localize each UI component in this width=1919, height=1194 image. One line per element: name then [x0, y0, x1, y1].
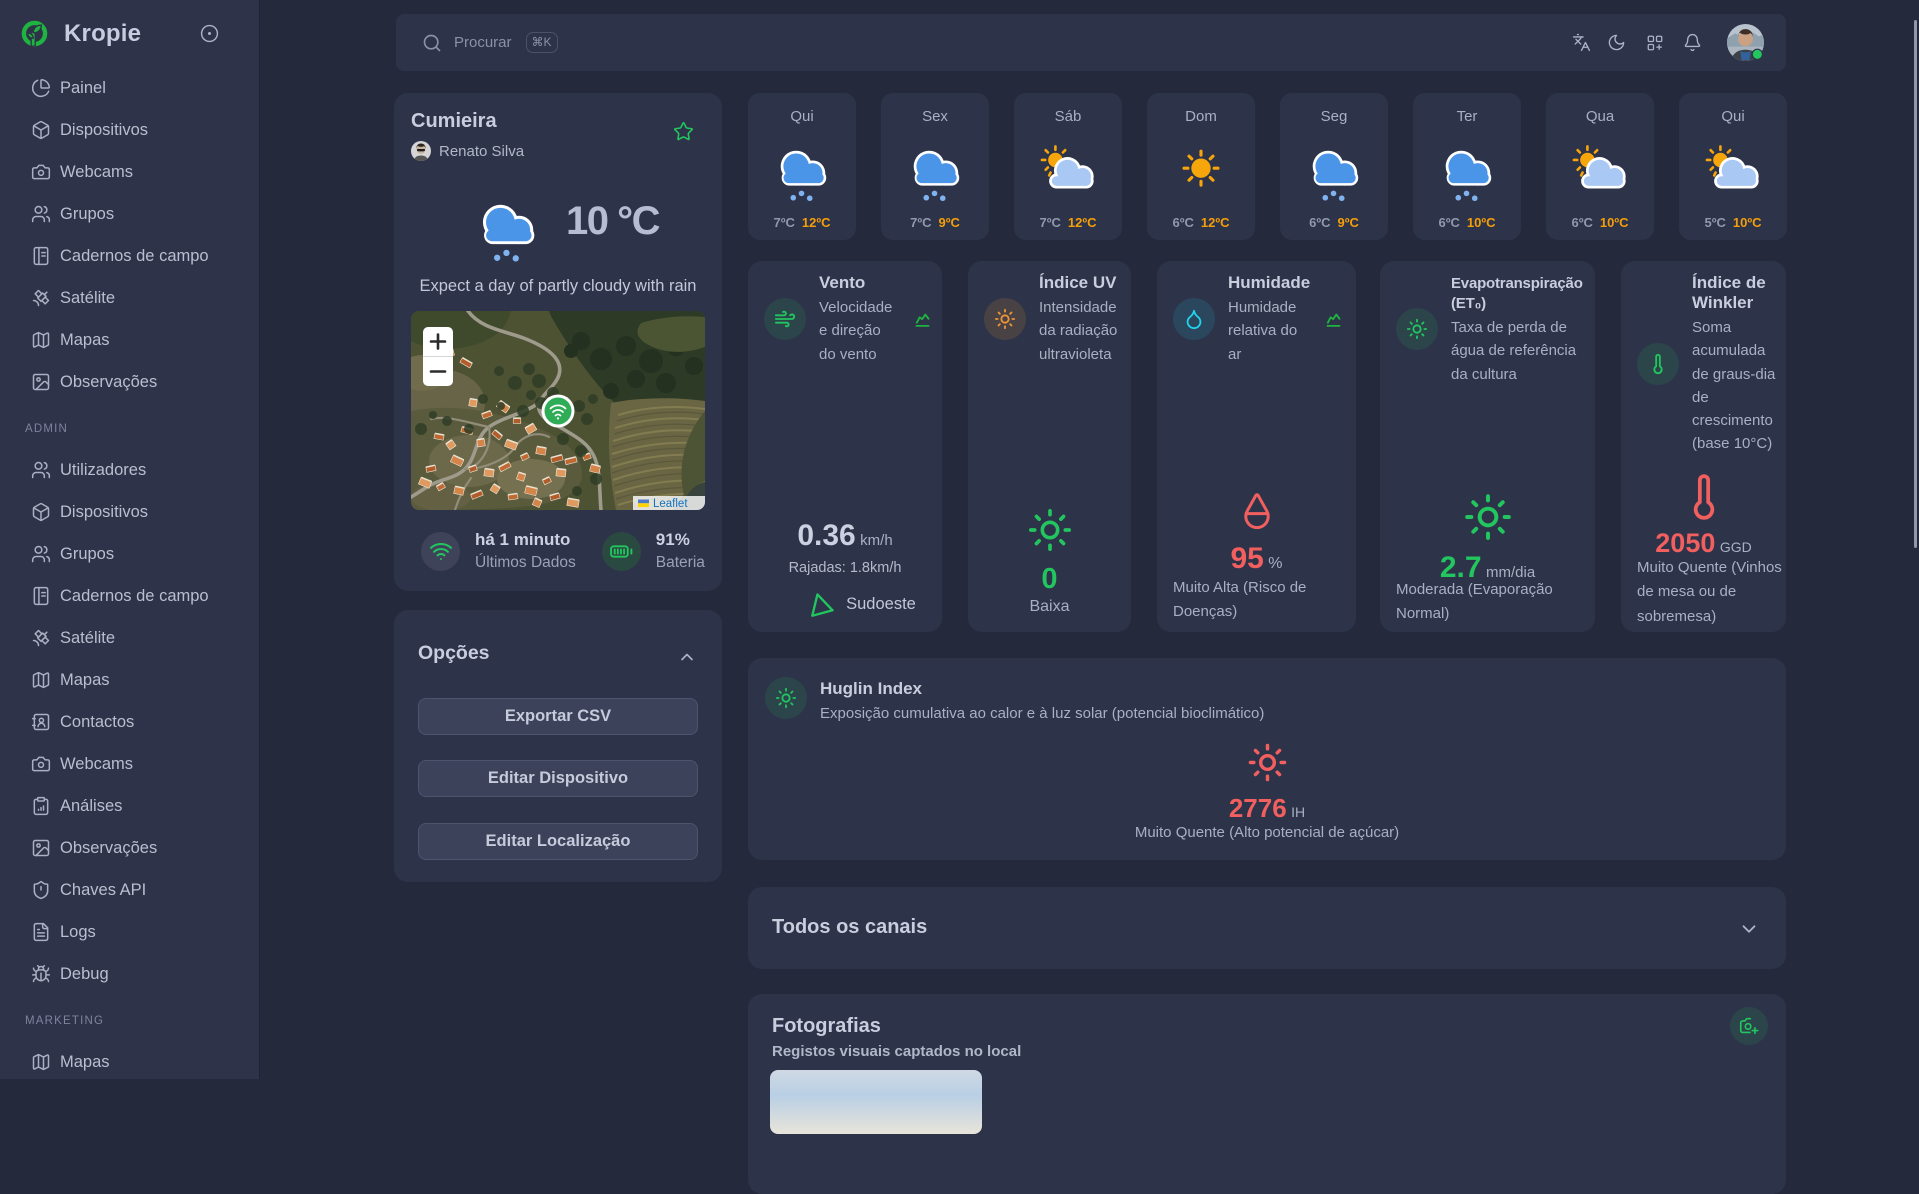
svg-text:Leaflet: Leaflet — [653, 498, 688, 510]
